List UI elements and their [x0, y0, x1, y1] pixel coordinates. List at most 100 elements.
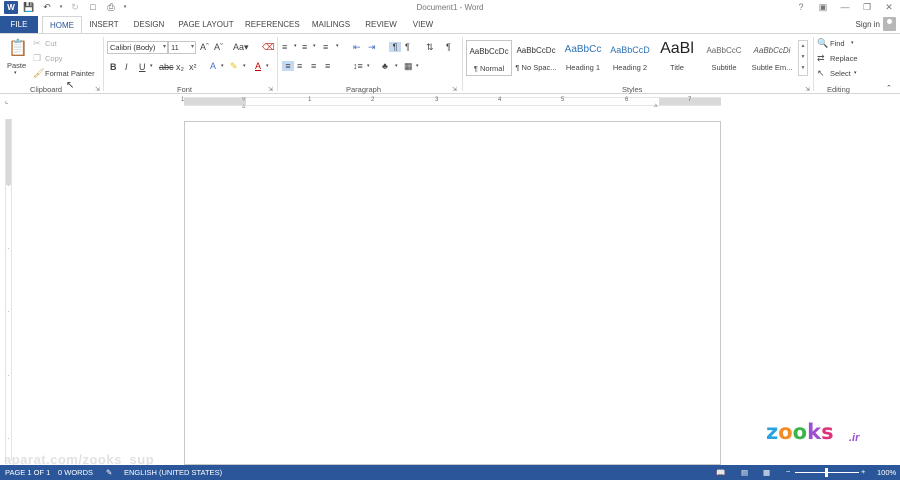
- vertical-ruler[interactable]: - - - - -: [5, 119, 12, 461]
- change-case-icon[interactable]: Aa▾: [233, 42, 249, 53]
- paste-dropdown-icon[interactable]: ▾: [14, 70, 17, 76]
- highlight-dropdown-icon[interactable]: ▾: [243, 63, 246, 69]
- decrease-indent-icon[interactable]: ⇤: [353, 42, 361, 53]
- word-count[interactable]: 0 WORDS: [58, 468, 93, 477]
- tab-insert[interactable]: INSERT: [86, 16, 122, 33]
- line-spacing-icon[interactable]: ↕≡: [353, 61, 363, 71]
- line-spacing-dropdown-icon[interactable]: ▾: [367, 63, 370, 69]
- replace-button[interactable]: Replace: [830, 54, 858, 63]
- multilevel-dropdown-icon[interactable]: ▾: [336, 43, 339, 49]
- paste-icon[interactable]: 📋: [8, 38, 28, 58]
- subscript-icon[interactable]: x₂: [176, 62, 184, 72]
- font-size-dropdown[interactable]: 11 ▾: [168, 41, 196, 54]
- tab-view[interactable]: VIEW: [408, 16, 438, 33]
- sign-in-link[interactable]: Sign in: [856, 20, 880, 29]
- text-effects-dropdown-icon[interactable]: ▾: [221, 63, 224, 69]
- ribbon-display-options-icon[interactable]: ▣: [816, 1, 830, 14]
- format-painter-button[interactable]: Format Painter: [45, 69, 95, 78]
- underline-icon[interactable]: U: [139, 62, 146, 72]
- shading-icon[interactable]: ♣: [382, 61, 388, 71]
- style-subtle-emphasis[interactable]: AaBbCcDi Subtle Em...: [749, 40, 795, 76]
- multilevel-list-icon[interactable]: ≡: [323, 42, 328, 52]
- show-hide-marks-icon[interactable]: ¶: [446, 42, 451, 52]
- shading-dropdown-icon[interactable]: ▾: [395, 63, 398, 69]
- style-normal[interactable]: AaBbCcDc ¶ Normal: [466, 40, 512, 76]
- borders-icon[interactable]: ▦: [404, 61, 413, 72]
- style-title[interactable]: AaBl Title: [654, 40, 700, 76]
- document-page[interactable]: [184, 121, 721, 465]
- align-left-icon[interactable]: ≡: [282, 61, 294, 71]
- web-layout-icon[interactable]: ▦: [763, 468, 770, 477]
- cut-button[interactable]: Cut: [45, 39, 57, 48]
- tab-mailings[interactable]: MAILINGS: [308, 16, 354, 33]
- font-color-icon[interactable]: A: [255, 61, 261, 71]
- right-to-left-icon[interactable]: ¶: [405, 42, 410, 52]
- tab-design[interactable]: DESIGN: [130, 16, 168, 33]
- font-color-dropdown-icon[interactable]: ▾: [266, 63, 269, 69]
- tab-home[interactable]: HOME: [42, 16, 82, 33]
- tab-file[interactable]: FILE: [0, 16, 38, 33]
- font-name-dropdown[interactable]: Calibri (Body) ▾: [107, 41, 168, 54]
- find-dropdown-icon[interactable]: ▾: [851, 40, 854, 46]
- copy-button[interactable]: Copy: [45, 54, 63, 63]
- numbering-icon[interactable]: ≡: [302, 42, 307, 52]
- bullets-dropdown-icon[interactable]: ▾: [294, 43, 297, 49]
- page-count[interactable]: PAGE 1 OF 1: [5, 468, 50, 477]
- text-effects-icon[interactable]: A: [210, 61, 216, 71]
- read-mode-icon[interactable]: 📖: [716, 468, 725, 477]
- help-icon[interactable]: ?: [794, 1, 808, 14]
- increase-indent-icon[interactable]: ⇥: [368, 42, 376, 53]
- zoom-level[interactable]: 100%: [877, 468, 896, 477]
- justify-icon[interactable]: ≡: [325, 61, 330, 71]
- style-heading-2[interactable]: AaBbCcD Heading 2: [607, 40, 653, 76]
- styles-gallery-scroll[interactable]: ▲ ▼ ▼: [798, 40, 808, 76]
- align-center-icon[interactable]: ≡: [297, 61, 302, 71]
- font-launcher-icon[interactable]: ⇲: [268, 86, 273, 93]
- style-subtitle[interactable]: AaBbCcC Subtitle: [701, 40, 747, 76]
- minimize-icon[interactable]: —: [838, 1, 852, 14]
- zoom-out-icon[interactable]: −: [786, 467, 790, 476]
- close-icon[interactable]: ✕: [882, 1, 896, 14]
- paste-button[interactable]: Paste: [7, 61, 26, 70]
- highlight-icon[interactable]: ✎: [230, 61, 238, 72]
- left-to-right-icon[interactable]: ¶: [389, 42, 401, 52]
- tab-page-layout[interactable]: PAGE LAYOUT: [176, 16, 236, 33]
- restore-icon[interactable]: ❐: [860, 1, 874, 14]
- language-indicator[interactable]: ENGLISH (UNITED STATES): [124, 468, 222, 477]
- tab-selector-icon[interactable]: ⌞: [5, 97, 13, 106]
- style-sample: AaBbCc: [564, 44, 602, 55]
- styles-launcher-icon[interactable]: ⇲: [805, 86, 810, 93]
- strikethrough-icon[interactable]: abc: [159, 62, 174, 72]
- shrink-font-icon[interactable]: Aˇ: [214, 42, 223, 52]
- horizontal-ruler[interactable]: 1 1 2 3 4 5 6 7 ▿ ▵ ▵: [181, 96, 721, 110]
- style-no-spacing[interactable]: AaBbCcDc ¶ No Spac...: [513, 40, 559, 76]
- print-layout-icon[interactable]: ▤: [741, 468, 748, 477]
- paragraph-launcher-icon[interactable]: ⇲: [452, 86, 457, 93]
- style-name: ¶ No Spac...: [515, 63, 557, 72]
- bold-icon[interactable]: B: [110, 62, 117, 72]
- numbering-dropdown-icon[interactable]: ▾: [313, 43, 316, 49]
- grow-font-icon[interactable]: Aˆ: [200, 42, 209, 52]
- zoom-slider-thumb[interactable]: [825, 468, 828, 477]
- proofing-icon[interactable]: ✎: [106, 468, 112, 477]
- collapse-ribbon-icon[interactable]: ⌃: [886, 84, 892, 92]
- italic-icon[interactable]: I: [125, 62, 128, 72]
- tab-review[interactable]: REVIEW: [362, 16, 400, 33]
- superscript-icon[interactable]: x²: [189, 62, 197, 72]
- style-heading-1[interactable]: AaBbCc Heading 1: [560, 40, 606, 76]
- sort-icon[interactable]: ⇅: [426, 42, 434, 53]
- borders-dropdown-icon[interactable]: ▾: [416, 63, 419, 69]
- tab-references[interactable]: REFERENCES: [245, 16, 300, 33]
- underline-dropdown-icon[interactable]: ▾: [150, 63, 153, 69]
- avatar[interactable]: [883, 17, 896, 31]
- zoom-in-icon[interactable]: +: [861, 467, 865, 476]
- binoculars-icon: 🔍: [817, 38, 829, 48]
- bullets-icon[interactable]: ≡: [282, 42, 287, 52]
- clear-formatting-icon[interactable]: ⌫: [262, 42, 275, 53]
- right-indent-marker-icon[interactable]: ▵: [654, 101, 658, 109]
- select-button[interactable]: Select: [830, 69, 851, 78]
- align-right-icon[interactable]: ≡: [311, 61, 316, 71]
- select-dropdown-icon[interactable]: ▾: [854, 70, 857, 76]
- find-button[interactable]: Find: [830, 39, 845, 48]
- clipboard-launcher-icon[interactable]: ⇲: [95, 86, 100, 93]
